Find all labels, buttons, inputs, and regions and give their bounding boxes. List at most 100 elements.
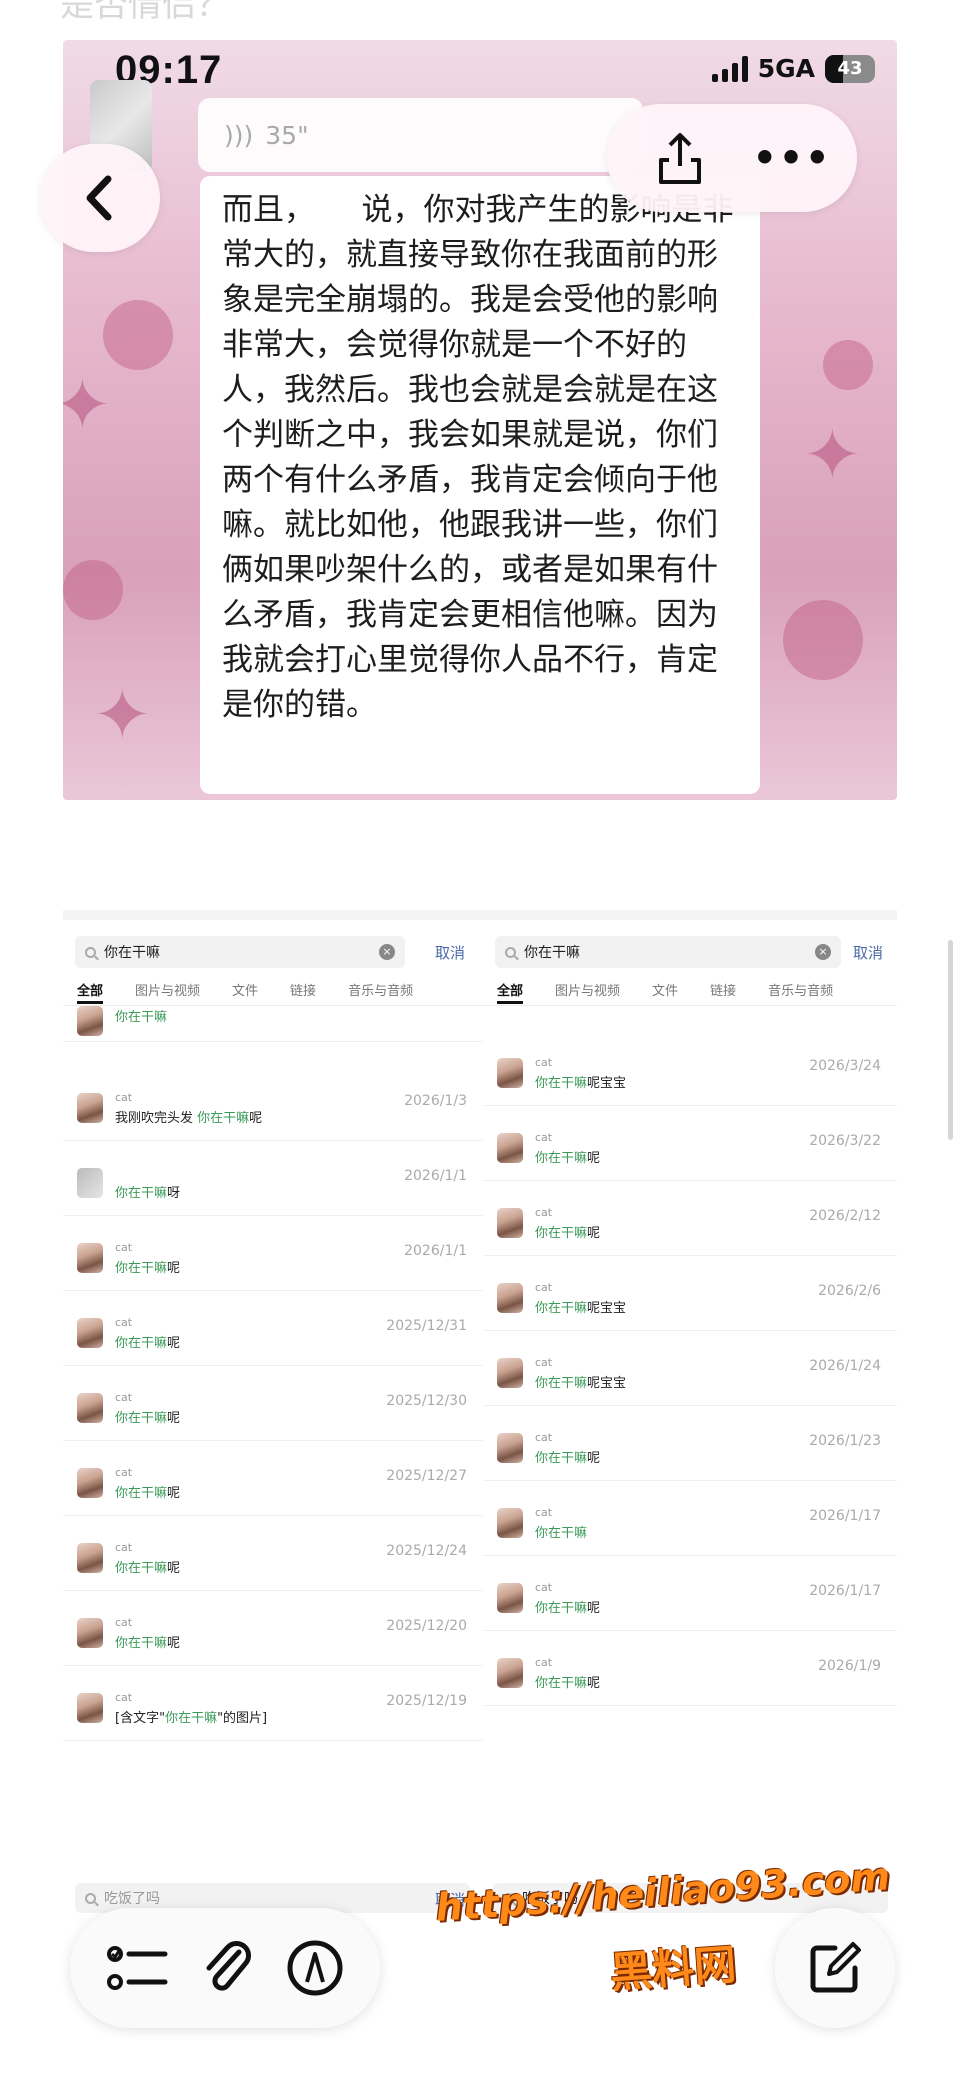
back-button[interactable] <box>40 144 160 252</box>
scrollbar[interactable] <box>948 940 953 1140</box>
avatar <box>497 1283 523 1313</box>
filter-tabs: 全部 图片与视频 文件 链接 音乐与音频 <box>483 974 897 1004</box>
message-snippet: 你在干嘛呢 <box>115 1261 181 1276</box>
result-row[interactable]: cat 我刚吹完头发 你在干嘛呢 2026/1/3 <box>63 1085 483 1141</box>
search-panel-left: 你在干嘛 × 取消 全部 图片与视频 文件 链接 音乐与音频 你在干嘛 cat 我刚… <box>63 910 483 1743</box>
tab-audio[interactable]: 音乐与音频 <box>768 974 833 1004</box>
message-snippet: 你在干嘛呢 <box>115 1336 181 1351</box>
sender-name: cat <box>115 1541 133 1554</box>
message-snippet: 你在干嘛呢 <box>535 1676 601 1691</box>
message-snippet: 你在干嘛呢 <box>535 1451 601 1466</box>
sender-name: cat <box>115 1241 133 1254</box>
sender-name: cat <box>535 1656 553 1669</box>
voice-wave-icon: ))) <box>224 120 254 150</box>
result-row[interactable]: cat 你在干嘛呢 2025/12/20 <box>63 1610 483 1666</box>
cancel-button[interactable]: 取消 <box>435 942 465 963</box>
result-row[interactable]: cat 你在干嘛呢 2026/2/12 <box>483 1200 897 1256</box>
sender-name: cat <box>115 1091 133 1104</box>
message-snippet: 你在干嘛呢 <box>535 1151 601 1166</box>
search-panel-right: 你在干嘛 × 取消 全部 图片与视频 文件 链接 音乐与音频 cat 你在干嘛呢宝… <box>483 910 897 1743</box>
message-snippet: 你在干嘛 <box>535 1526 588 1541</box>
result-row[interactable]: 你在干嘛呀 2026/1/1 <box>63 1160 483 1216</box>
message-snippet: [含文字"你在干嘛"的图片] <box>115 1711 268 1726</box>
message-date: 2026/3/22 <box>809 1133 881 1149</box>
sender-name: cat <box>115 1691 133 1704</box>
screenshot-root: 是否情侣？ ✦ ✦ ✦ 09:17 5GA 43 ))) 35" 而且， 说，你… <box>0 0 960 2083</box>
avatar <box>497 1658 523 1688</box>
result-row[interactable]: cat 你在干嘛呢 2025/12/27 <box>63 1460 483 1516</box>
sender-name: cat <box>535 1206 553 1219</box>
result-row[interactable]: cat 你在干嘛呢 2025/12/24 <box>63 1535 483 1591</box>
more-button[interactable]: ••• <box>752 115 832 201</box>
tab-media[interactable]: 图片与视频 <box>555 974 620 1004</box>
message-snippet: 你在干嘛呢宝宝 <box>535 1376 627 1391</box>
message-snippet: 你在干嘛呢 <box>115 1411 181 1426</box>
message-snippet: 你在干嘛呢 <box>115 1486 181 1501</box>
message-snippet: 你在干嘛呢 <box>115 1561 181 1576</box>
result-row[interactable]: cat 你在干嘛呢宝宝 2026/3/24 <box>483 1050 897 1106</box>
message-snippet: 你在干嘛呢宝宝 <box>535 1301 627 1316</box>
result-row[interactable]: cat [含文字"你在干嘛"的图片] 2025/12/19 <box>63 1685 483 1741</box>
result-row[interactable]: cat 你在干嘛呢 2026/1/9 <box>483 1650 897 1706</box>
markup-pen-icon[interactable] <box>285 1938 345 1998</box>
voice-message[interactable]: ))) 35" <box>198 98 643 172</box>
compose-button[interactable] <box>775 1908 895 2028</box>
result-row[interactable]: cat 你在干嘛呢 2025/12/31 <box>63 1310 483 1366</box>
search-icon <box>85 1892 96 1904</box>
avatar <box>77 1006 103 1036</box>
result-row[interactable]: cat 你在干嘛呢 2025/12/30 <box>63 1385 483 1441</box>
sender-name: cat <box>535 1506 553 1519</box>
result-row[interactable]: cat 你在干嘛呢宝宝 2026/2/6 <box>483 1275 897 1331</box>
avatar <box>77 1693 103 1723</box>
voice-duration: 35" <box>265 120 309 150</box>
paperclip-icon[interactable] <box>199 1938 255 1998</box>
avatar <box>77 1243 103 1273</box>
message-date: 2026/2/12 <box>809 1208 881 1224</box>
search-input[interactable]: 你在干嘛 × <box>495 936 841 968</box>
cancel-button[interactable]: 取消 <box>853 942 883 963</box>
sender-name: cat <box>115 1616 133 1629</box>
signal-icon <box>711 55 748 82</box>
result-row[interactable]: cat 你在干嘛呢 2026/3/22 <box>483 1125 897 1181</box>
share-button[interactable] <box>640 115 720 201</box>
result-row[interactable]: cat 你在干嘛呢 2026/1/23 <box>483 1425 897 1481</box>
sender-name: cat <box>535 1056 553 1069</box>
sender-name: cat <box>535 1431 553 1444</box>
result-row[interactable]: cat 你在干嘛呢宝宝 2026/1/24 <box>483 1350 897 1406</box>
search-input[interactable]: 你在干嘛 × <box>75 936 405 968</box>
top-fade-text: 是否情侣？ <box>60 0 230 22</box>
avatar <box>497 1058 523 1088</box>
search-query: 你在干嘛 <box>524 945 580 961</box>
result-row[interactable]: cat 你在干嘛呢 2026/1/17 <box>483 1575 897 1631</box>
bottom-toolbar <box>70 1908 380 2028</box>
message-date: 2026/1/1 <box>404 1168 467 1184</box>
panel-status-strip <box>63 910 483 920</box>
clear-icon[interactable]: × <box>815 944 831 960</box>
message-snippet: 你在干嘛呀 <box>115 1186 181 1201</box>
tab-all[interactable]: 全部 <box>497 974 524 1004</box>
result-row[interactable]: 你在干嘛 <box>63 998 483 1042</box>
message-snippet: 你在干嘛呢 <box>535 1226 601 1241</box>
message-snippet: 你在干嘛呢宝宝 <box>535 1076 627 1091</box>
avatar <box>77 1618 103 1648</box>
avatar <box>497 1208 523 1238</box>
compose-icon <box>810 1942 861 1993</box>
message-date: 2025/12/27 <box>386 1468 467 1484</box>
tab-links[interactable]: 链接 <box>710 974 736 1004</box>
message-date: 2025/12/30 <box>386 1393 467 1409</box>
avatar <box>497 1433 523 1463</box>
result-row[interactable]: cat 你在干嘛呢 2026/1/1 <box>63 1235 483 1291</box>
message-date: 2025/12/31 <box>386 1318 467 1334</box>
message-snippet: 你在干嘛 <box>115 1010 168 1025</box>
avatar <box>77 1093 103 1123</box>
search-query: 你在干嘛 <box>104 945 160 961</box>
result-row[interactable]: cat 你在干嘛 2026/1/17 <box>483 1500 897 1556</box>
avatar <box>497 1358 523 1388</box>
checklist-icon[interactable] <box>105 1940 169 1996</box>
message-date: 2026/3/24 <box>809 1058 881 1074</box>
message-snippet: 我刚吹完头发 你在干嘛呢 <box>115 1111 263 1126</box>
avatar <box>77 1543 103 1573</box>
message-date: 2025/12/20 <box>386 1618 467 1634</box>
clear-icon[interactable]: × <box>379 944 395 960</box>
tab-files[interactable]: 文件 <box>652 974 678 1004</box>
